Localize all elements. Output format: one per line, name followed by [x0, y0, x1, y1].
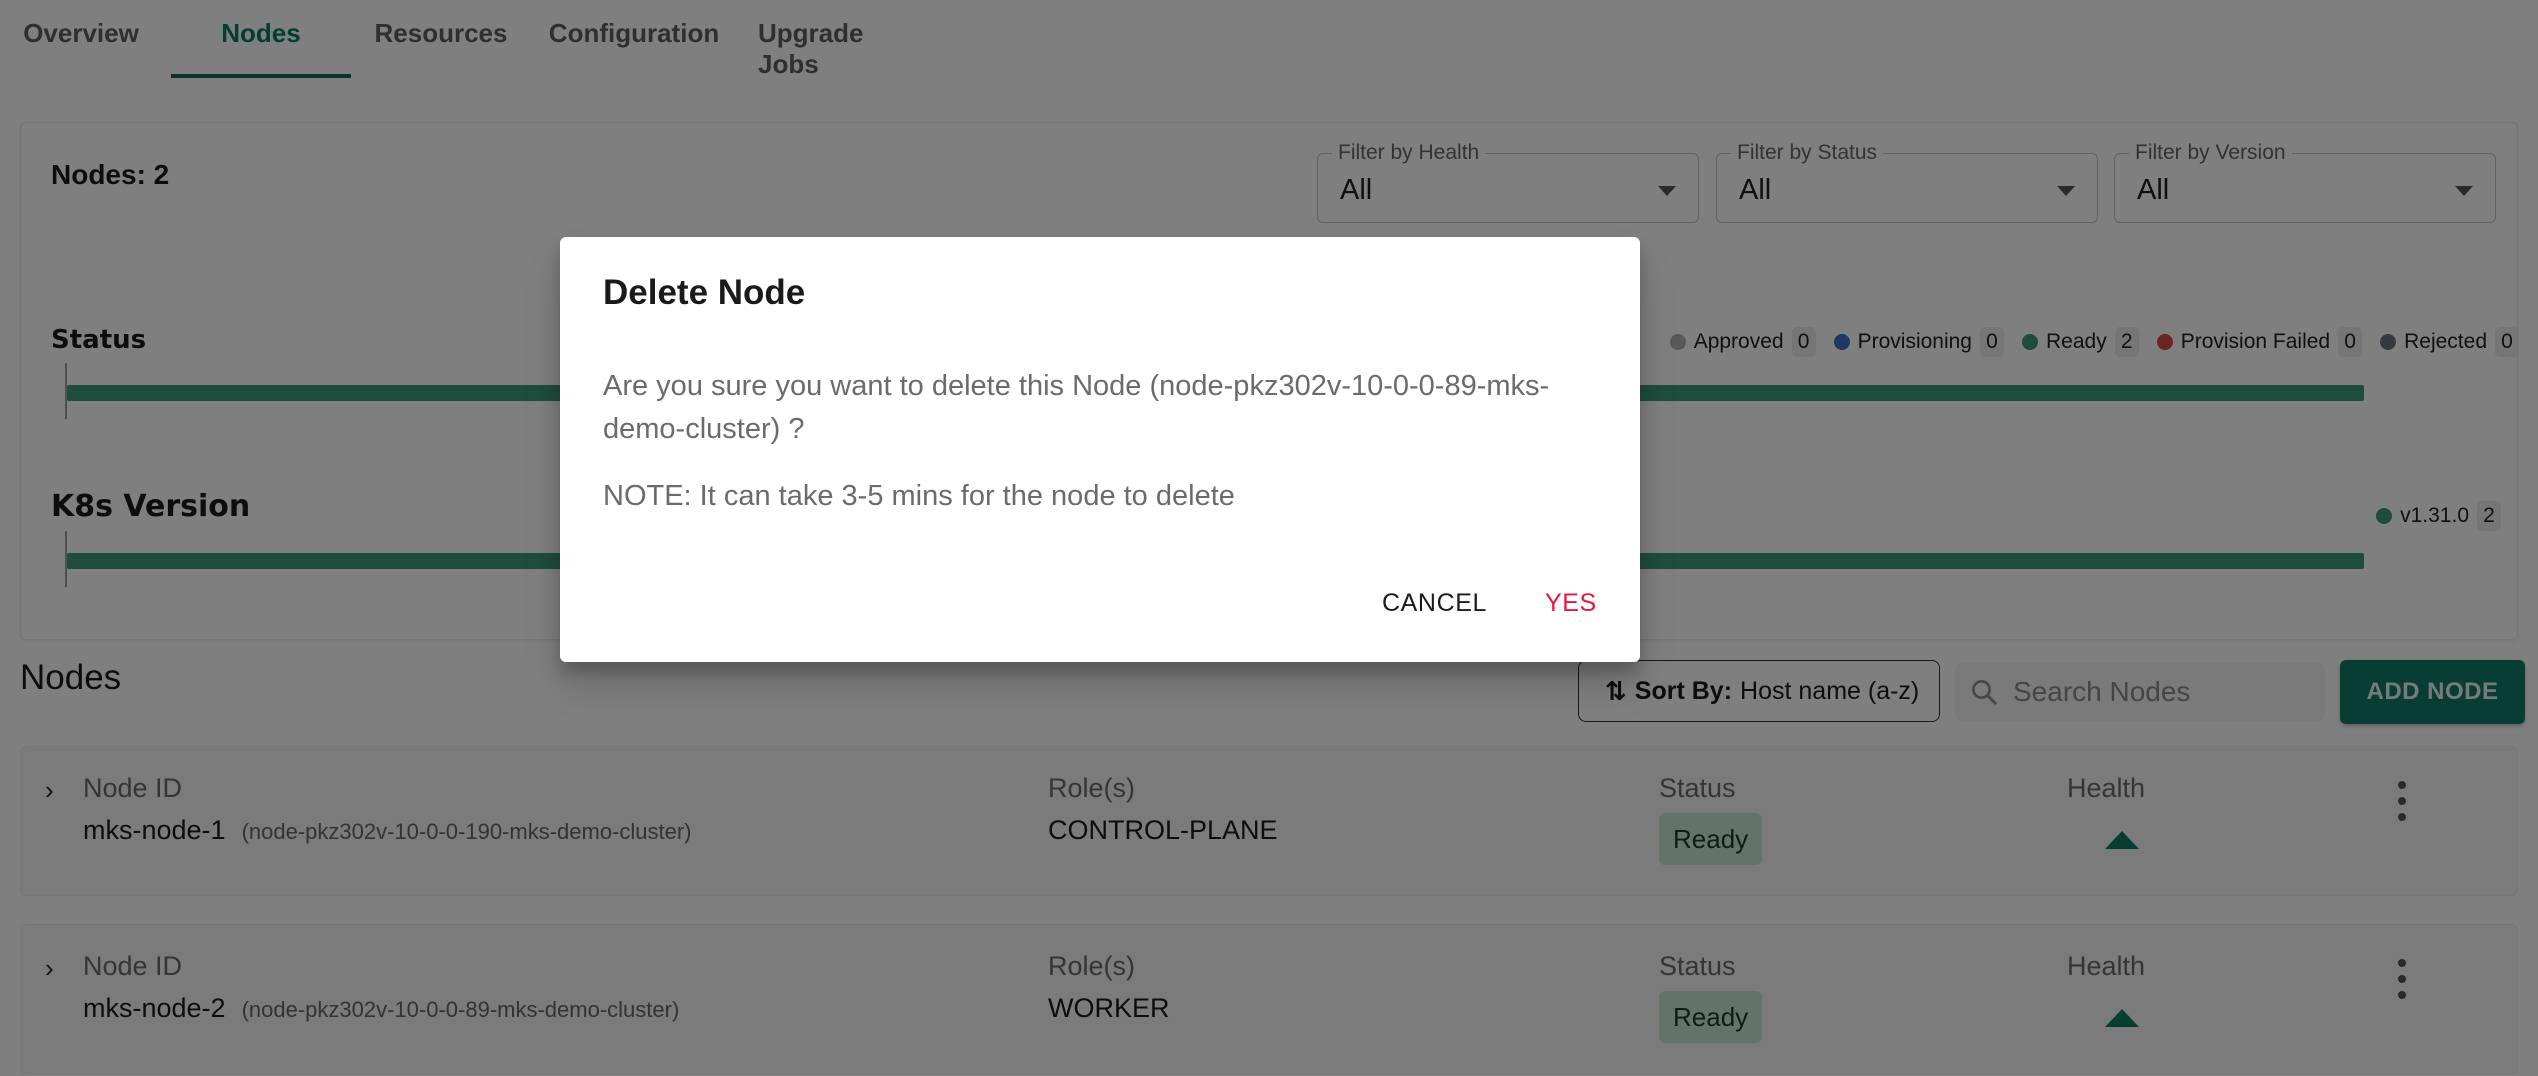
- dialog-note: NOTE: It can take 3-5 mins for the node …: [603, 480, 1235, 512]
- dialog-title: Delete Node: [603, 273, 806, 312]
- delete-node-dialog: Delete Node Are you sure you want to del…: [560, 237, 1640, 662]
- cancel-button[interactable]: CANCEL: [1382, 589, 1487, 618]
- confirm-yes-button[interactable]: YES: [1545, 589, 1597, 618]
- dialog-message: Are you sure you want to delete this Nod…: [603, 370, 1550, 445]
